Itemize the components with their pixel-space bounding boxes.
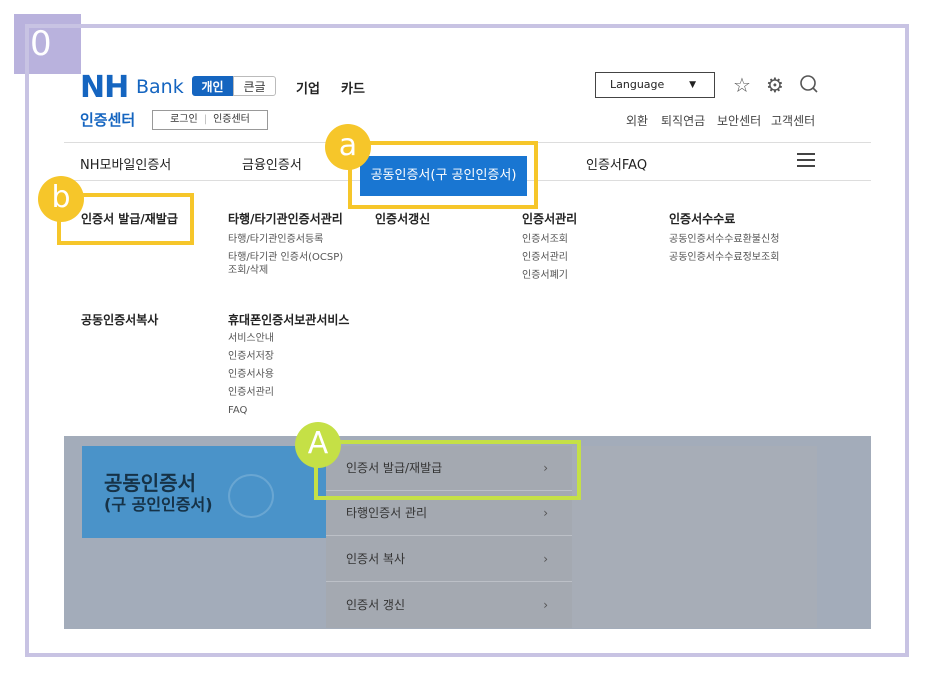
quick-item-label: 인증서 복사 xyxy=(346,552,406,566)
link-security-center[interactable]: 보안센터 xyxy=(717,112,761,129)
menu-fee-heading[interactable]: 인증서수수료 xyxy=(669,210,779,227)
panel-background xyxy=(572,446,817,628)
menu-column-phone: 휴대폰인증서보관서비스 서비스안내 인증서저장 인증서사용 인증서관리 FAQ xyxy=(228,311,349,420)
menu-icon[interactable] xyxy=(797,153,815,168)
caret-down-icon: ▼ xyxy=(689,80,696,90)
nh-logo[interactable]: NH xyxy=(80,70,129,105)
menu-sub-item[interactable]: 타행/타기관인증서등록 xyxy=(228,231,343,249)
quick-item-label: 타행인증서 관리 xyxy=(346,506,428,520)
menu-renew[interactable]: 인증서갱신 xyxy=(375,210,430,227)
chevron-right-icon: › xyxy=(543,598,548,612)
divider: | xyxy=(203,114,208,125)
link-pension[interactable]: 퇴직연금 xyxy=(661,112,705,129)
marker-a: a xyxy=(325,124,371,170)
nav-mobile-cert[interactable]: NH모바일인증서 xyxy=(80,154,171,173)
link-corporate[interactable]: 기업 xyxy=(296,78,320,97)
language-label: Language xyxy=(610,78,665,91)
menu-sub-item[interactable]: 서비스안내 xyxy=(228,330,349,348)
menu-phone-heading[interactable]: 휴대폰인증서보관서비스 xyxy=(228,311,349,328)
certificate-icon xyxy=(228,474,274,518)
menu-column-other-bank: 타행/타기관인증서관리 타행/타기관인증서등록 타행/타기관 인증서(OCSP)… xyxy=(228,210,343,280)
search-icon[interactable] xyxy=(798,74,820,96)
marker-A: A xyxy=(295,422,341,468)
link-customer-center[interactable]: 고객센터 xyxy=(771,112,815,129)
menu-column-fee: 인증서수수료 공동인증서수수료환불신청 공동인증서수수료정보조회 xyxy=(669,210,779,267)
marker-b: b xyxy=(38,176,84,222)
menu-manage-heading[interactable]: 인증서관리 xyxy=(522,210,577,227)
language-select[interactable]: Language ▼ xyxy=(595,72,715,98)
highlight-box-A xyxy=(314,440,581,500)
menu-sub-item[interactable]: 공동인증서수수료정보조회 xyxy=(669,249,779,267)
menu-sub-item[interactable]: 인증서관리 xyxy=(522,249,577,267)
menu-sub-item[interactable]: 인증서조회 xyxy=(522,231,577,249)
hero-title: 공동인증서 (구 공인인증서) xyxy=(104,472,213,516)
tab-large-text[interactable]: 큰글 xyxy=(233,76,276,96)
chevron-right-icon: › xyxy=(543,552,548,566)
menu-sub-item[interactable]: 인증서관리 xyxy=(228,384,349,402)
menu-copy[interactable]: 공동인증서복사 xyxy=(81,311,158,328)
cert-center-title[interactable]: 인증센터 xyxy=(80,109,135,130)
menu-sub-item[interactable]: FAQ xyxy=(228,402,349,420)
link-card[interactable]: 카드 xyxy=(341,78,365,97)
cert-center-link[interactable]: 인증센터 xyxy=(213,111,250,129)
menu-other-bank-heading[interactable]: 타행/타기관인증서관리 xyxy=(228,210,343,227)
nav-financial-cert[interactable]: 금융인증서 xyxy=(242,154,302,173)
hero-title-line2: (구 공인인증서) xyxy=(104,495,213,514)
star-icon[interactable]: ☆ xyxy=(731,74,753,96)
menu-column-manage: 인증서관리 인증서조회 인증서관리 인증서폐기 xyxy=(522,210,577,285)
bank-logo-text[interactable]: Bank xyxy=(136,76,184,98)
menu-sub-item[interactable]: 공동인증서수수료환불신청 xyxy=(669,231,779,249)
link-forex[interactable]: 외환 xyxy=(626,112,648,129)
gear-icon[interactable]: ⚙ xyxy=(764,74,786,96)
quick-item-label: 인증서 갱신 xyxy=(346,598,406,612)
nav-cert-faq[interactable]: 인증서FAQ xyxy=(586,154,647,173)
quick-copy[interactable]: 인증서 복사 › xyxy=(326,537,572,582)
login-link[interactable]: 로그인 xyxy=(170,111,198,129)
tab-personal[interactable]: 개인 xyxy=(192,76,233,96)
hero-title-line1: 공동인증서 xyxy=(104,471,196,495)
quick-renew[interactable]: 인증서 갱신 › xyxy=(326,583,572,628)
menu-sub-item[interactable]: 인증서저장 xyxy=(228,348,349,366)
menu-sub-item[interactable]: 인증서사용 xyxy=(228,366,349,384)
highlight-box-a xyxy=(348,141,538,209)
menu-sub-item[interactable]: 인증서폐기 xyxy=(522,267,577,285)
util-box: 로그인 | 인증센터 xyxy=(152,110,268,130)
